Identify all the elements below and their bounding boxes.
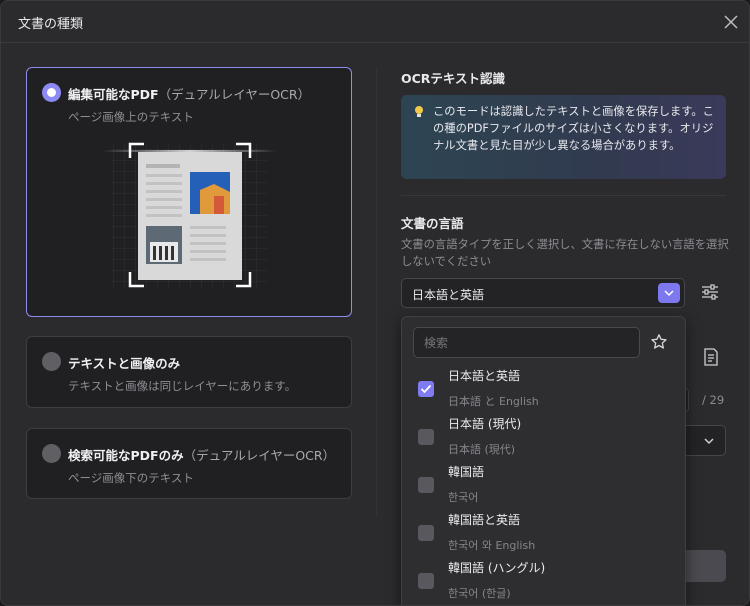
check-icon [420,384,432,394]
language-select-value: 日本語と英語 [412,288,485,302]
mode-title: 編集可能なPDF（デュアルレイヤーOCR） [68,87,311,102]
language-option[interactable]: 韓国語 (ハングル) 한국어 (한글) [402,559,685,605]
ocr-info-text: このモードは認識したテキストと画像を保存します。この種のPDFファイルのサイズは… [433,105,714,152]
language-option[interactable]: 韓国語と英語 한국어 와 English [402,511,685,559]
language-dropdown: 日本語と英語 日本語 と English 日本語 (現代) 日本語 (現代) 韓… [401,316,686,605]
option-label: 韓国語と英語 [448,513,521,527]
mode-description: テキストと画像は同じレイヤーにあります。 [68,379,297,393]
option-native-label: 한국어 와 English [448,539,536,552]
document-type-dialog: 文書の種類 編集可能なPDF（デュアルレイヤーOCR） ページ画像上のテキスト [0,0,750,606]
checkbox[interactable] [418,525,434,541]
dialog-titlebar: 文書の種類 [1,1,749,43]
close-icon [724,15,738,29]
option-native-label: 한국어 (한글) [448,587,511,600]
mode-card-searchable-pdf[interactable]: 検索可能なPDFのみ（デュアルレイヤーOCR） ページ画像下のテキスト [26,428,352,499]
checkbox[interactable] [418,381,434,397]
language-option[interactable]: 韓国語 한국어 [402,463,685,511]
language-search-input[interactable] [413,327,640,358]
language-heading: 文書の言語 [401,216,464,231]
radio-icon[interactable] [42,83,61,102]
language-option[interactable]: 日本語と英語 日本語 と English [402,367,685,415]
page-total: / 29 [702,393,725,407]
mode-description: ページ画像上のテキスト [68,110,194,124]
language-select[interactable]: 日本語と英語 [401,278,685,308]
sliders-icon[interactable] [700,282,720,302]
radio-icon[interactable] [42,352,61,371]
option-label: 韓国語 (ハングル) [448,561,546,575]
option-native-label: 日本語 と English [448,395,539,408]
mode-title: テキストと画像のみ [68,356,181,371]
option-label: 日本語と英語 [448,369,521,383]
bulb-icon [415,106,423,117]
document-scan-illustration [102,142,277,288]
radio-icon[interactable] [42,444,61,463]
close-button[interactable] [720,11,742,33]
chevron-down-icon [664,290,674,297]
option-native-label: 日本語 (現代) [448,443,516,456]
ocr-info-box: このモードは認識したテキストと画像を保存します。この種のPDFファイルのサイズは… [401,95,726,179]
mode-title: 検索可能なPDFのみ（デュアルレイヤーOCR） [68,448,336,463]
document-icon[interactable] [701,347,721,367]
mode-card-text-and-images[interactable]: テキストと画像のみ テキストと画像は同じレイヤーにあります。 [26,336,352,408]
mode-card-editable-pdf[interactable]: 編集可能なPDF（デュアルレイヤーOCR） ページ画像上のテキスト [26,67,352,317]
language-select-toggle[interactable] [658,283,680,303]
language-option[interactable]: 日本語 (現代) 日本語 (現代) [402,415,685,463]
checkbox[interactable] [418,573,434,589]
panel-divider [376,67,377,517]
ocr-heading: OCRテキスト認識 [401,71,506,86]
section-divider [401,195,726,196]
option-native-label: 한국어 [448,491,479,504]
mode-description: ページ画像下のテキスト [68,471,194,485]
checkbox[interactable] [418,477,434,493]
dialog-title: 文書の種類 [18,17,84,32]
option-label: 日本語 (現代) [448,417,522,431]
chevron-down-icon [704,438,714,445]
option-label: 韓国語 [448,465,485,479]
checkbox[interactable] [418,429,434,445]
language-description: 文書の言語タイプを正しく選択し、文書に存在しない言語を選択しないでください [401,238,729,268]
star-icon[interactable] [650,333,668,351]
